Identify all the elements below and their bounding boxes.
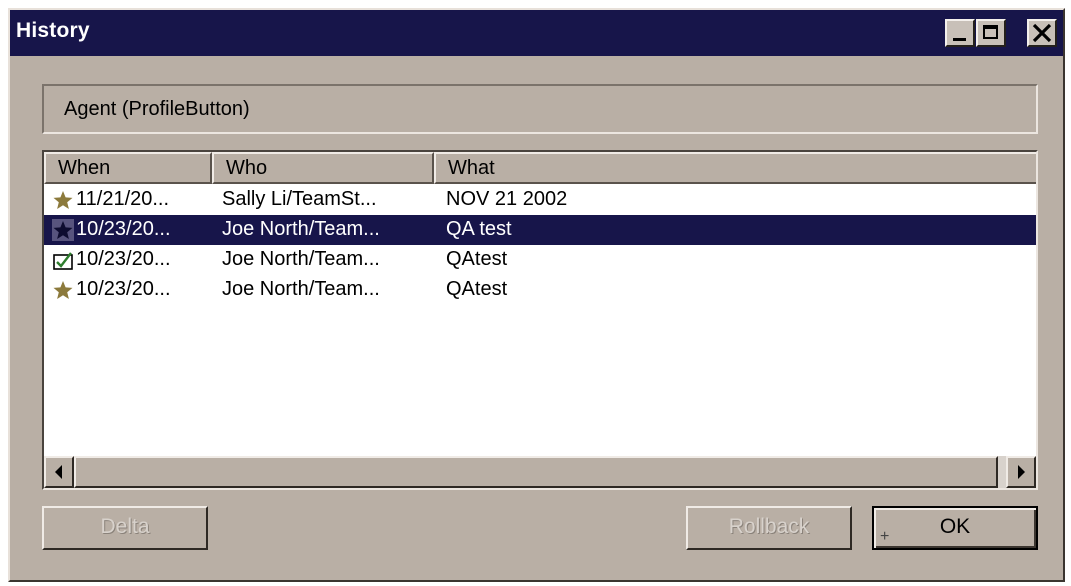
cell-when: 10/23/20... [76,218,171,240]
cell-who: Joe North/Team... [222,218,380,240]
cell-who: Joe North/Team... [222,248,380,270]
table-row-selected[interactable]: 10/23/20... Joe North/Team... QA test [44,215,1036,245]
checked-document-icon [52,249,74,271]
minimize-button[interactable] [945,19,975,47]
column-header-when[interactable]: When [44,152,212,184]
cursor-crosshair-icon: + [880,528,890,545]
rollback-button[interactable]: Rollback [686,506,852,550]
ok-button-label: OK [939,515,971,538]
maximize-icon [983,25,998,39]
star-icon [52,219,74,241]
close-icon [1032,23,1052,43]
object-name-box: Agent (ProfileButton) [42,84,1038,134]
title-bar[interactable]: History [10,10,1063,56]
table-row[interactable]: 10/23/20... Joe North/Team... QAtest [44,275,1036,305]
column-header-what[interactable]: What [434,152,1036,184]
arrow-left-icon [55,465,62,479]
cell-who: Sally Li/TeamSt... [222,188,377,210]
column-headers: When Who What [44,152,1036,184]
history-rows: 11/21/20... Sally Li/TeamSt... NOV 21 20… [44,185,1036,305]
cell-what: QAtest [446,278,508,300]
cell-who: Joe North/Team... [222,278,380,300]
close-button[interactable] [1027,19,1057,47]
delta-button[interactable]: Delta [42,506,208,550]
cell-when: 10/23/20... [76,278,171,300]
minimize-icon [953,38,966,41]
star-icon [52,279,74,301]
star-icon [52,189,74,211]
cell-what: QAtest [446,248,508,270]
ok-button[interactable]: + OK [872,506,1038,550]
maximize-button[interactable] [976,19,1006,47]
scroll-left-button[interactable] [44,456,74,488]
history-list[interactable]: When Who What 11/21/20... Sally Li/TeamS… [42,150,1038,490]
window-title: History [16,19,90,42]
cell-what: NOV 21 2002 [446,188,568,210]
scroll-right-button[interactable] [1006,456,1036,488]
cell-what: QA test [446,218,512,240]
table-row[interactable]: 10/23/20... Joe North/Team... QAtest [44,245,1036,275]
table-row[interactable]: 11/21/20... Sally Li/TeamSt... NOV 21 20… [44,185,1036,215]
column-header-who[interactable]: Who [212,152,434,184]
cell-when: 10/23/20... [76,248,171,270]
object-name-label: Agent (ProfileButton) [64,98,250,120]
scroll-thumb[interactable] [74,456,998,488]
history-dialog: History Agent (ProfileButton) When Who W… [8,8,1065,582]
cell-when: 11/21/20... [76,188,170,210]
arrow-right-icon [1018,465,1025,479]
horizontal-scrollbar[interactable] [44,456,1036,488]
